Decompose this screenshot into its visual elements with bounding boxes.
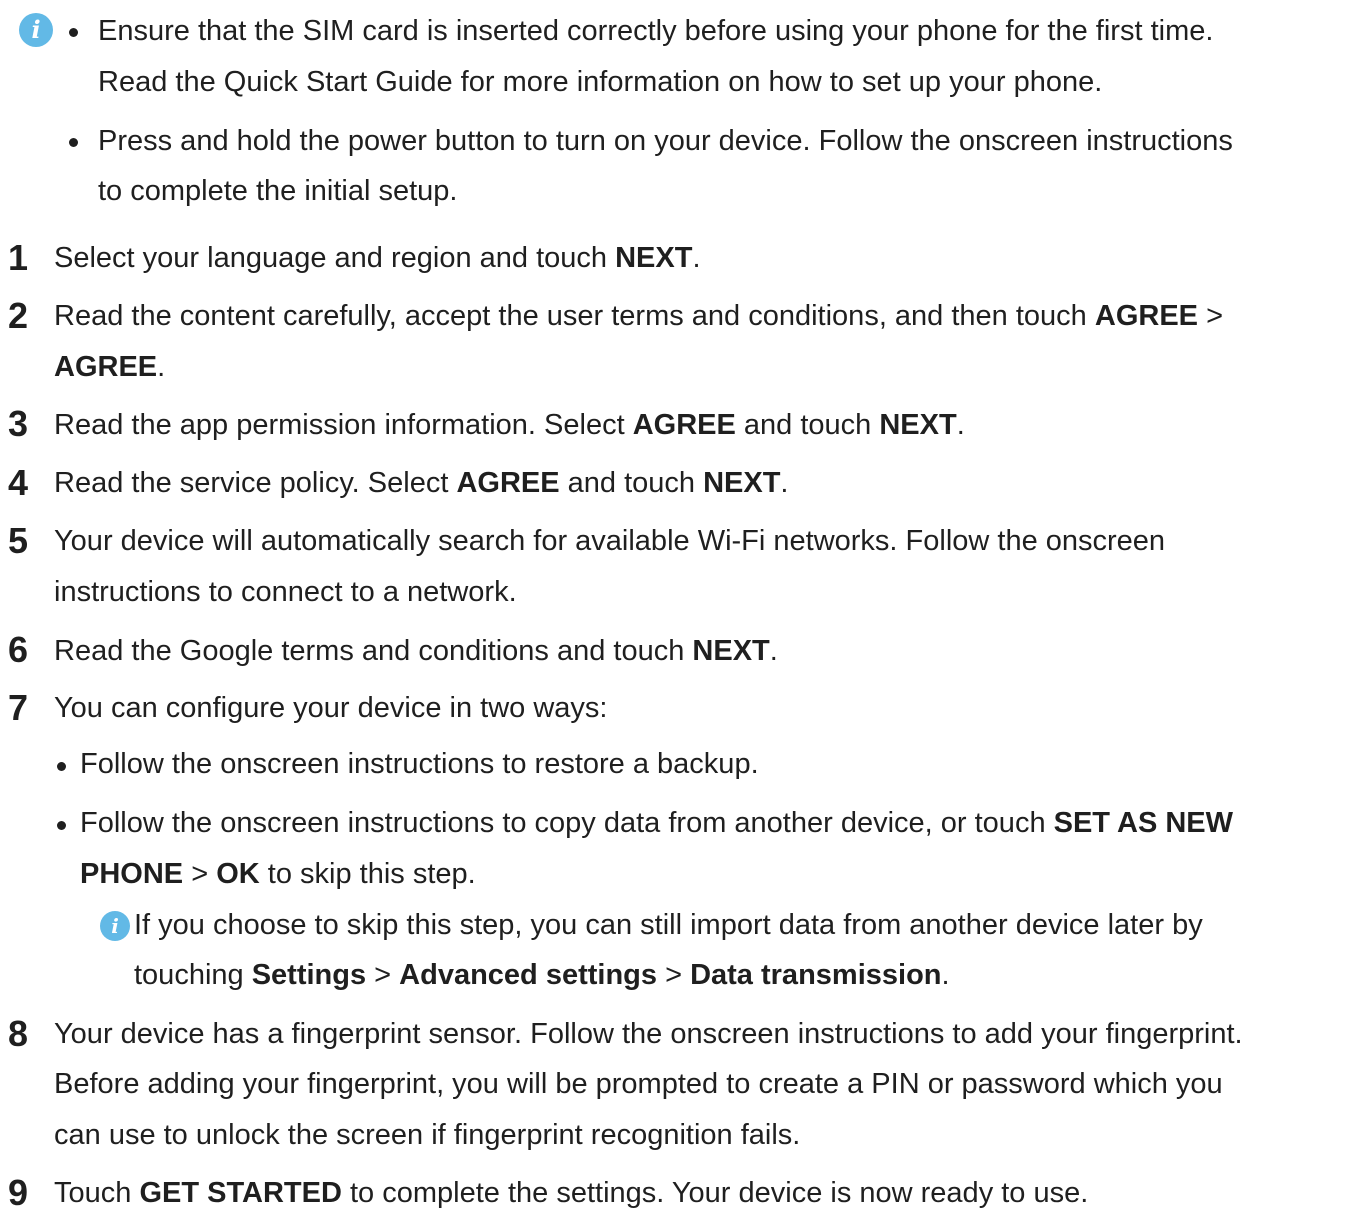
intro-bullet-1-line-2: Read the Quick Start Guide for more info… <box>98 66 1103 98</box>
step-number: 5 <box>8 520 29 561</box>
skip-note-line-1: If you choose to skip this step, you can… <box>134 909 1203 941</box>
setup-guide-page: i Ensure that the SIM card is inserted c… <box>0 0 1370 1213</box>
step-number: 4 <box>8 462 29 503</box>
step-3-text: Read the app permission information. Sel… <box>54 409 965 441</box>
bullet-icon <box>69 28 78 37</box>
step-number: 1 <box>8 237 29 278</box>
step-7-option-1: Follow the onscreen instructions to rest… <box>80 748 759 780</box>
step-6-text: Read the Google terms and conditions and… <box>54 635 778 667</box>
step-2-line-1: Read the content carefully, accept the u… <box>54 300 1224 332</box>
bullet-icon <box>57 821 66 830</box>
step-7-text: You can configure your device in two way… <box>54 692 608 724</box>
step-1-text: Select your language and region and touc… <box>54 242 701 274</box>
skip-note-line-2: touching Settings > Advanced settings > … <box>134 959 950 991</box>
step-5-line-2: instructions to connect to a network. <box>54 576 517 608</box>
step-number: 3 <box>8 403 29 444</box>
info-icon: i <box>19 13 53 47</box>
step-number: 8 <box>8 1013 29 1054</box>
info-icon: i <box>100 911 130 941</box>
intro-bullet-1-line-1: Ensure that the SIM card is inserted cor… <box>98 15 1214 47</box>
step-number: 7 <box>8 687 29 728</box>
step-4-text: Read the service policy. Select AGREE an… <box>54 467 789 499</box>
bullet-icon <box>69 138 78 147</box>
step-number: 9 <box>8 1172 29 1213</box>
intro-bullet-2-line-1: Press and hold the power button to turn … <box>98 125 1233 157</box>
step-5-line-1: Your device will automatically search fo… <box>54 525 1166 557</box>
step-7-option-2-line-2: PHONE > OK to skip this step. <box>80 858 476 890</box>
step-number: 2 <box>8 295 29 336</box>
step-number: 6 <box>8 629 29 670</box>
intro-bullet-2-line-2: to complete the initial setup. <box>98 175 458 207</box>
step-8-line-3: can use to unlock the screen if fingerpr… <box>54 1119 801 1151</box>
step-8-line-1: Your device has a fingerprint sensor. Fo… <box>54 1018 1243 1050</box>
step-7-option-2-line-1: Follow the onscreen instructions to copy… <box>80 807 1234 839</box>
step-2-line-2: AGREE. <box>54 351 166 383</box>
bullet-icon <box>57 762 66 771</box>
step-8-line-2: Before adding your fingerprint, you will… <box>54 1068 1223 1100</box>
step-9-text: Touch GET STARTED to complete the settin… <box>54 1177 1089 1209</box>
